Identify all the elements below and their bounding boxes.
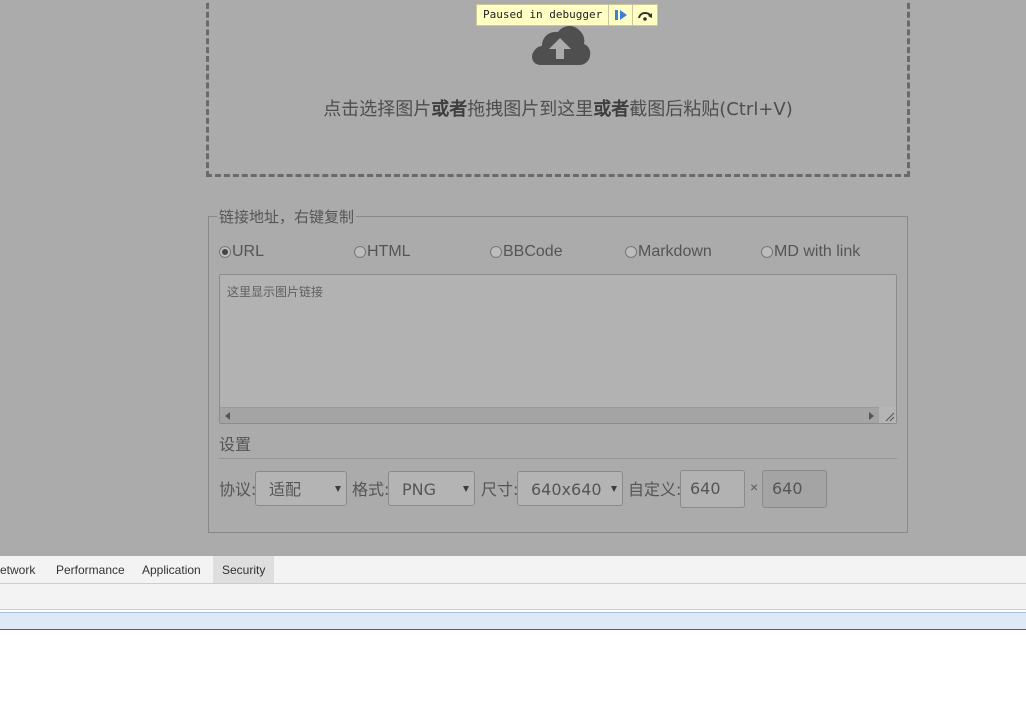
upload-dropzone[interactable]: 点击选择图片或者拖拽图片到这里或者截图后粘贴(Ctrl+V) <box>206 0 910 177</box>
protocol-label: 协议: <box>219 480 257 499</box>
radio-markdown[interactable] <box>625 246 637 258</box>
radio-html[interactable] <box>354 246 366 258</box>
resume-button[interactable] <box>609 5 634 25</box>
scroll-right-icon[interactable] <box>869 412 874 420</box>
resume-icon <box>614 10 627 20</box>
format-select[interactable]: PNG <box>388 471 475 506</box>
chevron-down-icon <box>611 486 617 492</box>
step-over-button[interactable] <box>633 5 657 25</box>
format-label-bbcode: BBCode <box>503 243 563 260</box>
format-label-markdown: Markdown <box>638 243 712 260</box>
settings-divider <box>219 458 897 459</box>
size-select-value: 640x640 <box>531 480 602 499</box>
tab-application[interactable]: Application <box>133 556 210 583</box>
devtools-toolbar <box>0 584 1026 610</box>
upload-text-or: 或者 <box>431 99 468 120</box>
step-over-icon <box>638 12 653 21</box>
format-option-bbcode[interactable]: BBCode <box>490 243 563 261</box>
format-label: 格式: <box>352 480 390 499</box>
upload-text-click: 点击选择图片 <box>323 99 432 120</box>
link-output-textarea[interactable]: 这里显示图片链接 <box>219 274 897 424</box>
upload-instructions[interactable]: 点击选择图片或者拖拽图片到这里或者截图后粘贴(Ctrl+V) <box>209 95 907 121</box>
format-label-url: URL <box>232 243 265 260</box>
radio-md-with-link[interactable] <box>761 246 773 258</box>
format-label-md-with-link: MD with link <box>774 243 861 260</box>
tab-network[interactable]: etwork <box>0 556 44 583</box>
chevron-down-icon <box>335 486 341 492</box>
devtools-selected-row[interactable] <box>0 612 1026 630</box>
size-select[interactable]: 640x640 <box>517 471 623 506</box>
radio-url[interactable] <box>219 246 231 258</box>
format-option-url[interactable]: URL <box>219 243 264 261</box>
format-option-md-with-link[interactable]: MD with link <box>761 243 860 261</box>
upload-text-paste: 截图后粘贴(Ctrl+V) <box>629 99 793 120</box>
protocol-select-value: 适配 <box>269 480 302 499</box>
format-option-markdown[interactable]: Markdown <box>625 243 712 261</box>
tab-performance[interactable]: Performance <box>47 556 134 583</box>
radio-bbcode[interactable] <box>490 246 502 258</box>
tab-security[interactable]: Security <box>213 556 275 583</box>
upload-text-drag: 拖拽图片到这里 <box>467 99 594 120</box>
format-select-value: PNG <box>402 480 437 499</box>
cloud-upload-icon <box>532 26 591 65</box>
protocol-select[interactable]: 适配 <box>255 471 347 506</box>
page-viewport: 点击选择图片或者拖拽图片到这里或者截图后粘贴(Ctrl+V) Paused in… <box>0 0 1026 556</box>
devtools-tab-bar: etwork Performance Application Security <box>0 556 1026 584</box>
custom-size-label: 自定义: <box>628 480 682 499</box>
devtools-panel <box>0 631 1026 705</box>
scroll-left-icon[interactable] <box>225 412 230 420</box>
resize-grip[interactable] <box>879 407 896 423</box>
resize-handle-icon <box>885 412 895 422</box>
link-format-options: URL HTML BBCode Markdown MD with link <box>219 243 909 263</box>
times-sign: × <box>750 479 759 495</box>
format-option-html[interactable]: HTML <box>354 243 411 261</box>
link-output-placeholder: 这里显示图片链接 <box>227 285 324 299</box>
upload-text-or: 或者 <box>593 99 630 120</box>
size-label: 尺寸: <box>481 480 519 499</box>
format-label-html: HTML <box>367 243 411 260</box>
custom-width-input[interactable]: 640 <box>680 470 745 508</box>
settings-title: 设置 <box>219 435 252 454</box>
custom-height-input[interactable]: 640 <box>762 470 827 508</box>
paused-label: Paused in debugger <box>477 5 610 25</box>
horizontal-scrollbar[interactable] <box>220 407 879 423</box>
debugger-paused-badge: Paused in debugger <box>476 4 659 26</box>
link-address-legend: 链接地址，右键复制 <box>219 208 355 226</box>
chevron-down-icon <box>463 486 469 492</box>
